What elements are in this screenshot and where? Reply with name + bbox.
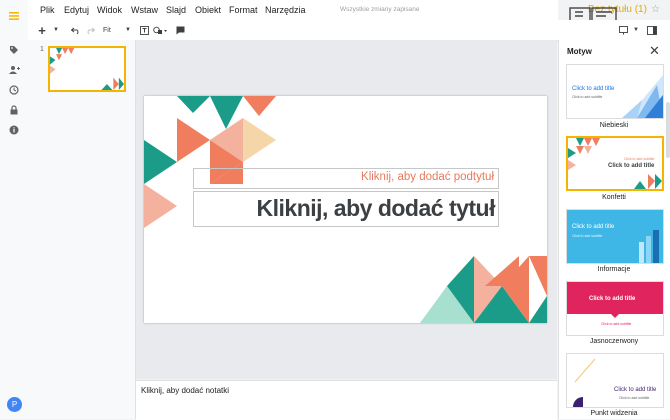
save-status: Wszystkie zmiany zapisane bbox=[340, 6, 420, 13]
theme-card-niebieski[interactable]: Click to add title Click to add subtitle bbox=[566, 64, 664, 119]
theme-label: Punkt widzenia bbox=[590, 410, 638, 417]
theme-preview-title: Click to add title bbox=[589, 296, 636, 302]
theme-card-jasnoczerwony[interactable]: Click to add title Click to add subtitle bbox=[566, 281, 664, 336]
shape-icon[interactable] bbox=[152, 23, 168, 37]
slide-filmstrip: 1 bbox=[28, 40, 136, 419]
left-rail: P bbox=[0, 0, 29, 419]
redo-icon[interactable] bbox=[84, 23, 96, 37]
theme-preview-subtitle: Click to add subtitle bbox=[601, 322, 632, 326]
slide[interactable]: Kliknij, aby dodać podtytuł Kliknij, aby… bbox=[144, 96, 547, 323]
slide-thumbnail[interactable] bbox=[48, 46, 126, 92]
theme-preview-title: Click to add title bbox=[614, 387, 657, 393]
menu-edit[interactable]: Edytuj bbox=[64, 5, 89, 15]
undo-icon[interactable] bbox=[69, 23, 81, 37]
info-icon[interactable] bbox=[6, 122, 22, 138]
history-icon[interactable] bbox=[6, 82, 22, 98]
panel-title: Motyw bbox=[567, 47, 592, 56]
zoom-dropdown-icon[interactable]: ▼ bbox=[124, 23, 132, 37]
theme-panel: Motyw ✕ Click to add title Click to add … bbox=[558, 40, 670, 419]
present-icon[interactable] bbox=[617, 23, 629, 37]
close-icon[interactable]: ✕ bbox=[649, 43, 660, 59]
comment-icon[interactable] bbox=[174, 23, 186, 37]
tag-icon[interactable] bbox=[6, 42, 22, 58]
slide-canvas: Kliknij, aby dodać podtytuł Kliknij, aby… bbox=[136, 40, 557, 379]
theme-label: Informacje bbox=[597, 266, 631, 273]
speaker-notes[interactable]: Kliknij, aby dodać notatki bbox=[136, 380, 557, 420]
menu-tools[interactable]: Narzędzia bbox=[265, 5, 306, 15]
theme-label: Niebieski bbox=[599, 122, 629, 129]
menu-bar: Plik Edytuj Widok Wstaw Slajd Obiekt For… bbox=[28, 0, 558, 20]
subtitle-placeholder[interactable]: Kliknij, aby dodać podtytuł bbox=[193, 168, 499, 189]
present-dropdown-icon[interactable]: ▼ bbox=[632, 23, 640, 37]
theme-preview-title: Click to add title bbox=[572, 86, 615, 92]
menu-object[interactable]: Obiekt bbox=[195, 5, 221, 15]
text-box-icon[interactable] bbox=[138, 23, 150, 37]
hamburger-menu-icon[interactable] bbox=[6, 8, 22, 24]
menu-slide[interactable]: Slajd bbox=[166, 5, 186, 15]
slide-number: 1 bbox=[40, 46, 44, 53]
theme-card-konfetti[interactable]: Click to add subtitle Click to add title bbox=[566, 136, 664, 191]
avatar[interactable]: P bbox=[7, 397, 22, 412]
theme-card-punkt-widzenia[interactable]: Click to add title Click to add subtitle bbox=[566, 353, 664, 408]
add-slide-button[interactable]: + bbox=[35, 23, 49, 38]
menu-insert[interactable]: Wstaw bbox=[131, 5, 158, 15]
theme-preview-subtitle: Click to add subtitle bbox=[624, 157, 655, 161]
theme-preview-subtitle: Click to add subtitle bbox=[572, 234, 603, 238]
add-person-icon[interactable] bbox=[6, 62, 22, 78]
panel-scrollbar[interactable] bbox=[666, 102, 670, 158]
subtitle-text: Kliknij, aby dodać podtytuł bbox=[361, 171, 494, 183]
star-icon[interactable]: ☆ bbox=[651, 4, 660, 15]
toolbar: + ▼ Fit ▼ ▼ bbox=[28, 20, 670, 41]
theme-preview-subtitle: Click to add subtitle bbox=[572, 95, 603, 99]
theme-label: Jasnoczerwony bbox=[589, 338, 639, 345]
title-text: Kliknij, aby dodać tytuł bbox=[256, 195, 496, 221]
menu-file[interactable]: Plik bbox=[40, 5, 55, 15]
menu-view[interactable]: Widok bbox=[97, 5, 122, 15]
menu-format[interactable]: Format bbox=[229, 5, 258, 15]
notes-placeholder: Kliknij, aby dodać notatki bbox=[141, 386, 230, 395]
theme-preview-title: Click to add title bbox=[572, 224, 615, 230]
lock-icon[interactable] bbox=[6, 102, 22, 118]
add-slide-dropdown-icon[interactable]: ▼ bbox=[52, 23, 60, 37]
theme-preview-subtitle: Click to add subtitle bbox=[619, 396, 650, 400]
theme-card-informacje[interactable]: Click to add title Click to add subtitle bbox=[566, 209, 664, 264]
theme-label: Konfetti bbox=[602, 194, 626, 201]
title-placeholder[interactable]: Kliknij, aby dodać tytuł bbox=[193, 191, 499, 227]
side-panel-toggle-icon[interactable] bbox=[646, 23, 658, 37]
theme-preview-title: Click to add title bbox=[608, 163, 655, 169]
